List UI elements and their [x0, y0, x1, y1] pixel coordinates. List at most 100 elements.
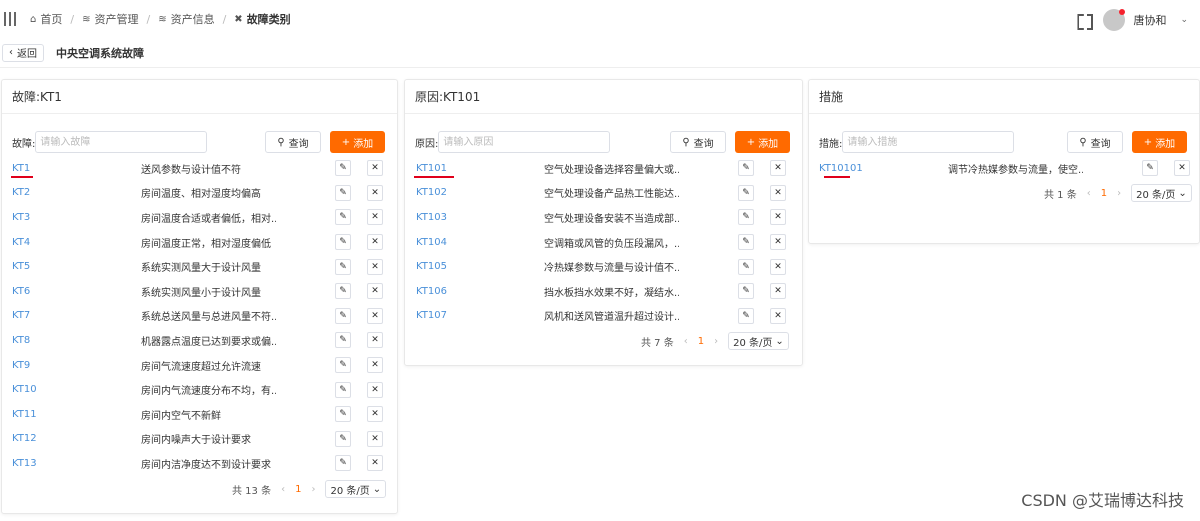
- chevron-down-icon[interactable]: ⌄: [1180, 15, 1188, 25]
- list-item[interactable]: KT1 送风参数与设计值不符 ✎ ✕: [2, 156, 397, 181]
- list-item[interactable]: KT2 房间温度、相对湿度均偏高 ✎ ✕: [2, 181, 397, 206]
- avatar[interactable]: [1103, 9, 1126, 31]
- item-code[interactable]: KT5: [12, 261, 30, 272]
- edit-button[interactable]: ✎: [335, 234, 351, 251]
- item-code[interactable]: KT103: [416, 212, 447, 223]
- edit-button[interactable]: ✎: [738, 234, 754, 251]
- list-item[interactable]: KT5 系统实测风量大于设计风量 ✎ ✕: [2, 254, 397, 279]
- item-code[interactable]: KT10101: [819, 163, 863, 174]
- page-size-select[interactable]: 20 条/页 ⌄: [728, 332, 789, 350]
- delete-button[interactable]: ✕: [367, 160, 383, 177]
- fullscreen-icon[interactable]: [1077, 14, 1089, 26]
- delete-button[interactable]: ✕: [770, 184, 786, 201]
- delete-button[interactable]: ✕: [367, 332, 383, 349]
- delete-button[interactable]: ✕: [770, 283, 786, 300]
- list-item[interactable]: KT107 风机和送风管道温升超过设计... ✎ ✕: [405, 304, 802, 329]
- back-button[interactable]: ‹ 返回: [2, 43, 44, 62]
- edit-button[interactable]: ✎: [738, 258, 754, 275]
- delete-button[interactable]: ✕: [1174, 160, 1190, 177]
- list-item[interactable]: KT13 房间内洁净度达不到设计要求 ✎ ✕: [2, 451, 397, 476]
- list-item[interactable]: KT9 房间气流速度超过允许流速 ✎ ✕: [2, 353, 397, 378]
- add-button[interactable]: + 添加: [735, 131, 790, 153]
- edit-button[interactable]: ✎: [1142, 160, 1158, 177]
- delete-button[interactable]: ✕: [367, 307, 383, 324]
- edit-button[interactable]: ✎: [335, 283, 351, 300]
- delete-button[interactable]: ✕: [367, 234, 383, 251]
- list-item[interactable]: KT4 房间温度正常，相对湿度偏低 ✎ ✕: [2, 230, 397, 255]
- edit-button[interactable]: ✎: [335, 209, 351, 226]
- item-code[interactable]: KT105: [416, 261, 447, 272]
- list-item[interactable]: KT8 机器露点温度已达到要求或偏... ✎ ✕: [2, 328, 397, 353]
- edit-button[interactable]: ✎: [738, 283, 754, 300]
- edit-button[interactable]: ✎: [335, 406, 351, 423]
- item-code[interactable]: KT104: [416, 237, 447, 248]
- edit-button[interactable]: ✎: [738, 307, 754, 324]
- edit-button[interactable]: ✎: [335, 160, 351, 177]
- list-item[interactable]: KT7 系统总送风量与总进风量不符... ✎ ✕: [2, 304, 397, 329]
- username[interactable]: 唐协和: [1133, 12, 1166, 28]
- delete-button[interactable]: ✕: [367, 406, 383, 423]
- list-item[interactable]: KT101 空气处理设备选择容量偏大或... ✎ ✕: [405, 156, 802, 181]
- item-code[interactable]: KT11: [12, 409, 37, 420]
- list-item[interactable]: KT6 系统实测风量小于设计风量 ✎ ✕: [2, 279, 397, 304]
- current-page[interactable]: 1: [295, 484, 301, 495]
- breadcrumb-asset-management[interactable]: ≋ 资产管理: [82, 11, 138, 27]
- next-page-icon[interactable]: ›: [311, 484, 315, 495]
- edit-button[interactable]: ✎: [738, 160, 754, 177]
- edit-button[interactable]: ✎: [335, 184, 351, 201]
- search-input[interactable]: [438, 131, 611, 153]
- edit-button[interactable]: ✎: [335, 332, 351, 349]
- page-size-select[interactable]: 20 条/页 ⌄: [1131, 184, 1192, 202]
- list-item[interactable]: KT10101 调节冷热媒参数与流量，使空... ✎ ✕: [809, 156, 1199, 181]
- edit-button[interactable]: ✎: [335, 455, 351, 472]
- delete-button[interactable]: ✕: [770, 209, 786, 226]
- delete-button[interactable]: ✕: [367, 430, 383, 447]
- item-code[interactable]: KT10: [12, 384, 37, 395]
- list-item[interactable]: KT102 空气处理设备产品热工性能达... ✎ ✕: [405, 181, 802, 206]
- delete-button[interactable]: ✕: [367, 455, 383, 472]
- delete-button[interactable]: ✕: [367, 381, 383, 398]
- item-code[interactable]: KT107: [416, 310, 447, 321]
- delete-button[interactable]: ✕: [367, 357, 383, 374]
- item-code[interactable]: KT7: [12, 310, 30, 321]
- add-button[interactable]: + 添加: [1132, 131, 1187, 153]
- delete-button[interactable]: ✕: [770, 307, 786, 324]
- delete-button[interactable]: ✕: [367, 184, 383, 201]
- list-item[interactable]: KT11 房间内空气不新鲜 ✎ ✕: [2, 402, 397, 427]
- item-code[interactable]: KT101: [416, 163, 447, 174]
- item-code[interactable]: KT4: [12, 237, 30, 248]
- item-code[interactable]: KT12: [12, 433, 37, 444]
- next-page-icon[interactable]: ›: [714, 336, 718, 347]
- query-button[interactable]: ⚲ 查询: [1067, 131, 1123, 153]
- edit-button[interactable]: ✎: [335, 430, 351, 447]
- delete-button[interactable]: ✕: [367, 283, 383, 300]
- list-item[interactable]: KT12 房间内噪声大于设计要求 ✎ ✕: [2, 427, 397, 452]
- list-item[interactable]: KT104 空调箱或风管的负压段漏风，... ✎ ✕: [405, 230, 802, 255]
- delete-button[interactable]: ✕: [770, 160, 786, 177]
- item-code[interactable]: KT106: [416, 286, 447, 297]
- list-item[interactable]: KT105 冷热媒参数与流量与设计值不... ✎ ✕: [405, 254, 802, 279]
- current-page[interactable]: 1: [1101, 188, 1107, 199]
- item-code[interactable]: KT3: [12, 212, 30, 223]
- item-code[interactable]: KT13: [12, 458, 37, 469]
- list-item[interactable]: KT10 房间内气流速度分布不均，有... ✎ ✕: [2, 377, 397, 402]
- list-item[interactable]: KT3 房间温度合适或者偏低，相对... ✎ ✕: [2, 205, 397, 230]
- prev-page-icon[interactable]: ‹: [281, 484, 285, 495]
- prev-page-icon[interactable]: ‹: [684, 336, 688, 347]
- item-code[interactable]: KT102: [416, 187, 447, 198]
- search-input[interactable]: [35, 131, 208, 153]
- delete-button[interactable]: ✕: [770, 234, 786, 251]
- item-code[interactable]: KT6: [12, 286, 30, 297]
- edit-button[interactable]: ✎: [738, 184, 754, 201]
- edit-button[interactable]: ✎: [335, 357, 351, 374]
- item-code[interactable]: KT8: [12, 335, 30, 346]
- list-item[interactable]: KT103 空气处理设备安装不当造成部... ✎ ✕: [405, 205, 802, 230]
- delete-button[interactable]: ✕: [770, 258, 786, 275]
- item-code[interactable]: KT1: [12, 163, 30, 174]
- edit-button[interactable]: ✎: [335, 307, 351, 324]
- breadcrumb-asset-info[interactable]: ≋ 资产信息: [158, 11, 214, 27]
- delete-button[interactable]: ✕: [367, 258, 383, 275]
- menu-toggle-icon[interactable]: [4, 12, 18, 26]
- item-code[interactable]: KT9: [12, 360, 30, 371]
- query-button[interactable]: ⚲ 查询: [670, 131, 726, 153]
